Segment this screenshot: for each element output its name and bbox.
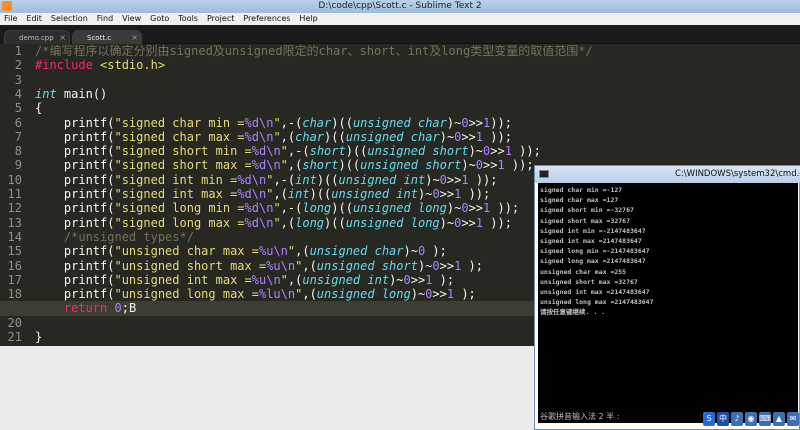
code-line-8: printf("signed short min =%d\n",-(short)… (35, 144, 541, 159)
tab-label: demo.cpp (19, 34, 54, 42)
code-line-12: printf("signed long min =%d\n",-(long)((… (35, 201, 520, 216)
cmd-output-line: signed int min =-2147483647 (540, 226, 646, 235)
ime-punctuation-icon[interactable]: ◉ (745, 412, 757, 426)
window-titlebar: D:\code\cpp\Scott.c - Sublime Text 2 (0, 0, 800, 13)
ime-keyboard-icon[interactable]: ⌨ (759, 412, 771, 426)
code-line-17: printf("unsigned int max =%u\n",(unsigne… (35, 272, 455, 287)
window-title: D:\code\cpp\Scott.c - Sublime Text 2 (318, 1, 482, 11)
line-number: 17 (7, 272, 22, 287)
cmd-output-line: signed char max =127 (540, 196, 619, 205)
code-line-15: printf("unsigned char max =%u\n",(unsign… (35, 244, 447, 259)
line-number: 15 (7, 244, 22, 259)
code-line-21: } (35, 330, 43, 344)
code-line-10: printf("signed int min =%d\n",-(int)((un… (35, 172, 498, 187)
ime-logo-icon[interactable]: S (703, 412, 715, 426)
line-number: 7 (14, 129, 22, 144)
line-number: 12 (7, 201, 22, 216)
line-number: 6 (14, 115, 22, 130)
cmd-output-line: signed long min =-2147483647 (540, 247, 650, 256)
line-number: 8 (14, 144, 22, 159)
code-line-11: printf("signed int max =%d\n",(int)((uns… (35, 187, 491, 201)
line-number: 10 (7, 172, 22, 187)
menu-preferences[interactable]: Preferences (239, 13, 295, 25)
menu-edit[interactable]: Edit (22, 13, 47, 25)
code-line-5: { (35, 101, 43, 116)
tab-bar: demo.cpp × Scott.c × (0, 25, 800, 44)
cmd-output-line: unsigned long max =2147483647 (540, 298, 654, 307)
menu-help[interactable]: Help (295, 13, 322, 25)
status-area (0, 346, 538, 430)
code-line-16: printf("unsigned short max =%u\n",(unsig… (35, 258, 484, 273)
menu-goto[interactable]: Goto (146, 13, 174, 25)
ime-status-text: 谷歌拼音输入法 2 半 : (540, 412, 620, 421)
line-number: 4 (14, 86, 22, 101)
tab-demo-cpp[interactable]: demo.cpp × (4, 30, 70, 44)
cmd-output-line: signed short min =-32767 (540, 206, 634, 215)
code-line-14: /*unsigned types*/ (63, 229, 194, 244)
line-number: 14 (7, 229, 22, 244)
code-line-2: #include <stdio.h> (35, 58, 166, 73)
cmd-app-icon (539, 170, 549, 178)
cmd-output-line: unsigned int max =2147483647 (540, 288, 650, 296)
cmd-titlebar[interactable]: C:\WINDOWS\system32\cmd.exe (535, 166, 800, 183)
cmd-title: C:\WINDOWS\system32\cmd.exe (675, 169, 800, 179)
php-watermark-logo (778, 400, 800, 430)
tab-scott-c[interactable]: Scott.c × (72, 30, 142, 44)
line-number: 11 (7, 187, 22, 201)
line-number: 16 (7, 258, 22, 273)
code-line-13: printf("signed long max =%d\n",(long)((u… (35, 215, 512, 230)
line-number: 18 (7, 287, 22, 302)
menu-selection[interactable]: Selection (47, 13, 93, 25)
cmd-output-line: 请按任意键继续. . . (540, 308, 606, 317)
menu-file[interactable]: File (0, 13, 22, 25)
menu-tools[interactable]: Tools (174, 13, 203, 25)
cmd-output-line: signed short max =32767 (540, 216, 631, 225)
cmd-console[interactable]: 谷歌拼音输入法 2 半 : signed char min =-127 signe… (538, 183, 798, 423)
line-number: 20 (7, 315, 22, 330)
code-line-1: /*编写程序以确定分别由signed及unsigned限定的char、short… (35, 44, 593, 58)
line-number: 21 (7, 330, 22, 344)
code-line-18: printf("unsigned long max =%lu\n",(unsig… (35, 287, 476, 302)
close-icon[interactable]: × (59, 33, 66, 42)
menu-view[interactable]: View (118, 13, 146, 25)
line-number: 13 (7, 215, 22, 230)
cmd-output-line: unsigned char max =255 (540, 267, 627, 276)
menu-project[interactable]: Project (203, 13, 239, 25)
code-line-9: printf("signed short max =%d\n",(short)(… (35, 158, 534, 173)
line-number: 5 (14, 101, 22, 116)
menu-bar: File Edit Selection Find View Goto Tools… (0, 13, 800, 25)
ime-chinese-mode-button[interactable]: 中 (717, 412, 729, 426)
code-line-6: printf("signed char min =%d\n",-(char)((… (35, 115, 512, 130)
cmd-output-line: unsigned short max =32767 (540, 277, 638, 286)
cmd-output-line: signed long max =2147483647 (540, 257, 646, 266)
ime-sound-icon[interactable]: ♪ (731, 412, 743, 426)
code-line-4: int main() (35, 86, 108, 101)
code-line-7: printf("signed char max =%d\n",(char)((u… (35, 129, 512, 144)
close-icon[interactable]: × (131, 33, 138, 42)
cmd-window[interactable]: C:\WINDOWS\system32\cmd.exe 谷歌拼音输入法 2 半 … (534, 165, 800, 430)
line-number: 2 (14, 58, 22, 73)
menu-find[interactable]: Find (93, 13, 118, 25)
line-number: 1 (14, 44, 22, 58)
line-number: 9 (14, 158, 22, 173)
cmd-output-line: signed int max =2147483647 (540, 237, 642, 245)
cmd-output-line: signed char min =-127 (540, 186, 623, 194)
tab-label: Scott.c (87, 34, 112, 42)
line-number: 3 (14, 72, 22, 87)
